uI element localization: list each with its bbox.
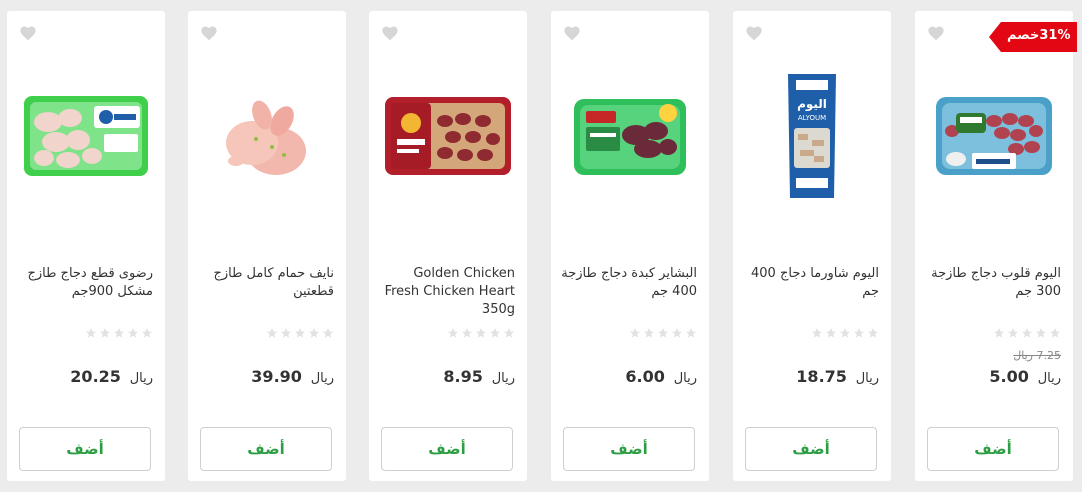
product-title[interactable]: نايف حمام كامل طازج قطعتين xyxy=(194,265,334,301)
star-icon xyxy=(281,328,291,338)
star-icon xyxy=(504,328,514,338)
product-image[interactable] xyxy=(198,61,336,211)
product-carousel: 31%خصم اليوم قلوب دجاج طازجة 300 جم 7.25… xyxy=(0,0,1082,492)
star-icon xyxy=(462,328,472,338)
price: ريال 20.25 xyxy=(70,367,153,386)
rating-stars xyxy=(629,327,697,339)
rating-stars xyxy=(266,327,334,339)
rating-stars xyxy=(447,327,515,339)
heart-icon[interactable] xyxy=(927,25,945,41)
product-card[interactable]: رضوى قطع دجاج طازج مشكل 900جم ريال 20.25… xyxy=(7,11,165,481)
star-icon xyxy=(868,328,878,338)
product-image[interactable] xyxy=(379,61,517,211)
product-title[interactable]: رضوى قطع دجاج طازج مشكل 900جم xyxy=(13,265,153,301)
chicken-liver-tray-icon xyxy=(574,99,686,175)
star-icon xyxy=(994,328,1004,338)
star-icon xyxy=(323,328,333,338)
price-amount: 8.95 xyxy=(443,367,483,386)
heart-icon[interactable] xyxy=(200,25,218,41)
star-icon xyxy=(295,328,305,338)
star-icon xyxy=(100,328,110,338)
add-to-cart-button[interactable]: أضف xyxy=(563,427,695,471)
whole-pigeons-icon xyxy=(226,100,306,175)
add-to-cart-button[interactable]: أضف xyxy=(745,427,877,471)
product-card[interactable]: نايف حمام كامل طازج قطعتين ريال 39.90 أض… xyxy=(188,11,346,481)
star-icon xyxy=(812,328,822,338)
add-to-cart-button[interactable]: أضف xyxy=(200,427,332,471)
currency-label: ريال xyxy=(1037,371,1061,386)
price: ريال 5.00 xyxy=(989,367,1061,386)
chicken-shawarma-pack-icon: اليوم ALYOUM xyxy=(788,74,836,198)
star-icon xyxy=(309,328,319,338)
price-amount: 5.00 xyxy=(989,367,1029,386)
price: ريال 39.90 xyxy=(251,367,334,386)
price: ريال 18.75 xyxy=(796,367,879,386)
product-card[interactable]: اليوم ALYOUM اليوم شاورما دجاج 400 جم ري… xyxy=(733,11,891,481)
svg-text:اليوم: اليوم xyxy=(797,97,827,112)
product-image[interactable] xyxy=(17,61,155,211)
star-icon xyxy=(86,328,96,338)
star-icon xyxy=(1036,328,1046,338)
heart-icon[interactable] xyxy=(19,25,37,41)
star-icon xyxy=(630,328,640,338)
price: ريال 8.95 xyxy=(443,367,515,386)
product-image[interactable] xyxy=(561,61,699,211)
discount-badge-label: 31%خصم xyxy=(1007,28,1071,43)
product-title[interactable]: اليوم شاورما دجاج 400 جم xyxy=(739,265,879,301)
star-icon xyxy=(448,328,458,338)
product-title[interactable]: Golden Chicken Fresh Chicken Heart 350g xyxy=(375,265,515,319)
svg-text:ALYOUM: ALYOUM xyxy=(798,114,826,122)
currency-label: ريال xyxy=(673,371,697,386)
heart-icon[interactable] xyxy=(745,25,763,41)
star-icon xyxy=(1022,328,1032,338)
star-icon xyxy=(267,328,277,338)
product-title[interactable]: البشاير كبدة دجاج طازجة 400 جم xyxy=(557,265,697,301)
price-amount: 20.25 xyxy=(70,367,121,386)
rating-stars xyxy=(811,327,879,339)
star-icon xyxy=(658,328,668,338)
price-amount: 6.00 xyxy=(625,367,665,386)
add-to-cart-button[interactable]: أضف xyxy=(19,427,151,471)
add-to-cart-button[interactable]: أضف xyxy=(381,427,513,471)
product-image[interactable] xyxy=(925,61,1063,211)
price: ريال 6.00 xyxy=(625,367,697,386)
price-amount: 39.90 xyxy=(251,367,302,386)
star-icon xyxy=(672,328,682,338)
star-icon xyxy=(854,328,864,338)
star-icon xyxy=(1050,328,1060,338)
star-icon xyxy=(1008,328,1018,338)
star-icon xyxy=(826,328,836,338)
currency-label: ريال xyxy=(129,371,153,386)
price-amount: 18.75 xyxy=(796,367,847,386)
product-title[interactable]: اليوم قلوب دجاج طازجة 300 جم xyxy=(921,265,1061,301)
currency-label: ريال xyxy=(491,371,515,386)
heart-icon[interactable] xyxy=(381,25,399,41)
star-icon xyxy=(686,328,696,338)
product-card[interactable]: البشاير كبدة دجاج طازجة 400 جم ريال 6.00… xyxy=(551,11,709,481)
star-icon xyxy=(840,328,850,338)
chicken-hearts-tray-icon xyxy=(936,97,1052,175)
rating-stars xyxy=(993,327,1061,339)
mixed-chicken-pieces-tray-icon xyxy=(24,96,148,176)
old-price: 7.25 ريال xyxy=(1013,349,1061,362)
product-card[interactable]: 31%خصم اليوم قلوب دجاج طازجة 300 جم 7.25… xyxy=(915,11,1077,481)
heart-icon[interactable] xyxy=(563,25,581,41)
star-icon xyxy=(114,328,124,338)
star-icon xyxy=(142,328,152,338)
currency-label: ريال xyxy=(310,371,334,386)
star-icon xyxy=(128,328,138,338)
rating-stars xyxy=(85,327,153,339)
star-icon xyxy=(490,328,500,338)
product-card[interactable]: Golden Chicken Fresh Chicken Heart 350g … xyxy=(369,11,527,481)
golden-chicken-heart-tray-icon xyxy=(385,97,511,175)
star-icon xyxy=(644,328,654,338)
add-to-cart-button[interactable]: أضف xyxy=(927,427,1059,471)
product-image[interactable]: اليوم ALYOUM xyxy=(743,61,881,211)
star-icon xyxy=(476,328,486,338)
discount-badge: 31%خصم xyxy=(989,22,1077,52)
currency-label: ريال xyxy=(855,371,879,386)
